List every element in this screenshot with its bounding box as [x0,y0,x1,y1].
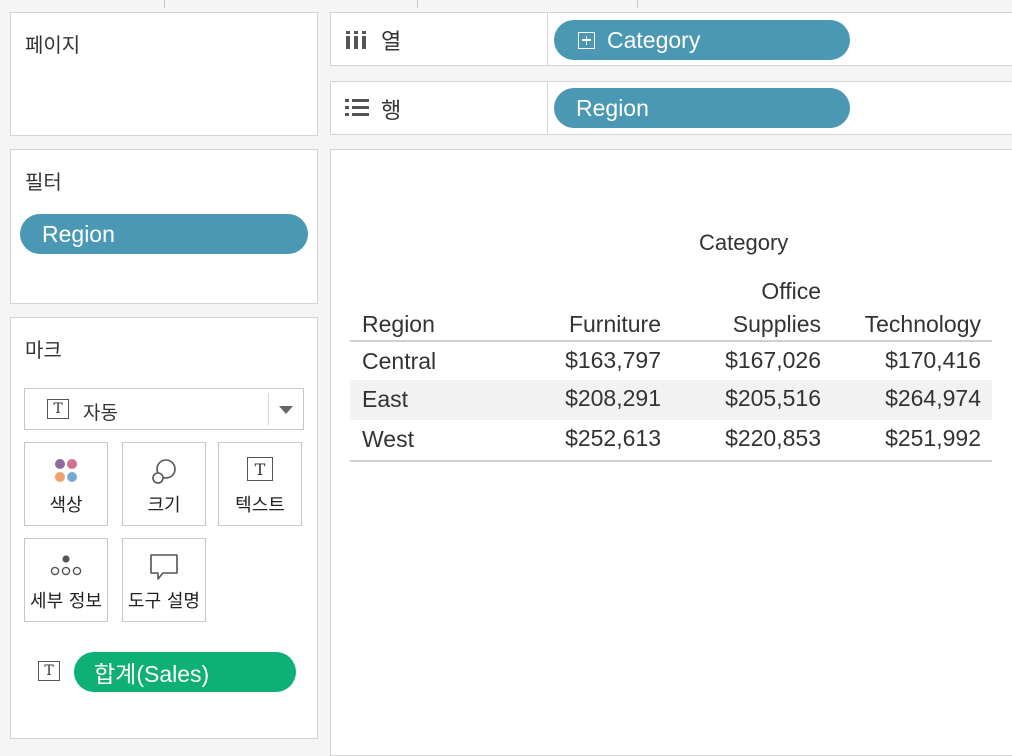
table-cell: $167,026 [725,347,821,373]
tooltip-button[interactable]: 도구 설명 [122,538,206,622]
columns-shelf[interactable]: 열 Category [330,12,1012,66]
region-row-pill[interactable]: Region [554,88,850,128]
sum-sales-label: 합계(Sales) [94,661,210,687]
mark-type-value: 자동 [83,402,118,424]
table-cell: $170,416 [885,347,981,373]
text-button[interactable]: T 텍스트 [218,442,302,526]
table-cell: $264,974 [885,385,981,411]
column-header-furniture[interactable]: Furniture [521,308,661,341]
text-label: 텍스트 [235,495,285,516]
row-header-east[interactable]: East [362,386,408,413]
size-button[interactable]: 크기 [122,442,206,526]
table-cell: $163,797 [565,347,661,373]
table-cell: $205,516 [725,385,821,411]
row-header-central[interactable]: Central [362,348,436,375]
color-button[interactable]: 색상 [24,442,108,526]
tooltip-label: 도구 설명 [128,591,200,612]
table-row: East $208,291 $205,516 $264,974 [350,380,992,420]
category-pill-label: Category [607,26,701,53]
row-header-west[interactable]: West [362,426,414,453]
table-bottom-border [350,460,992,462]
tooltip-icon [123,553,205,583]
text-mark-icon: T [47,399,69,419]
top-strip [0,0,1012,8]
rows-shelf[interactable]: 행 Region [330,81,1012,135]
size-icon [123,457,205,487]
text-encoding-icon: T [38,661,60,681]
filters-title: 필터 [25,170,62,194]
row-header-title: Region [362,311,435,337]
color-icon [25,457,107,487]
text-icon: T [219,457,301,487]
pages-card[interactable]: 페이지 [10,12,318,136]
dropdown-separator [268,393,269,425]
columns-shelf-text: 열 [381,30,402,55]
pages-title: 페이지 [25,33,81,57]
table-row: Central $163,797 $167,026 $170,416 [350,342,992,382]
marks-title: 마크 [25,338,62,362]
table-cell: $252,613 [565,425,661,451]
chevron-down-icon[interactable] [279,406,293,414]
detail-label: 세부 정보 [30,591,102,612]
office-supplies-line1: Office [761,278,821,304]
columns-shelf-label: 열 [331,13,548,65]
filters-card[interactable]: 필터 Region [10,149,318,304]
mark-type-dropdown[interactable]: T 자동 [24,388,304,430]
expand-icon[interactable] [578,31,595,49]
color-label: 색상 [49,495,83,516]
column-header-title: Category [699,230,789,255]
category-pill[interactable]: Category [554,20,850,60]
column-header-technology[interactable]: Technology [791,308,981,341]
table-cell: $220,853 [725,425,821,451]
rows-shelf-label: 행 [331,82,548,134]
region-row-pill-label: Region [576,94,649,121]
size-label: 크기 [147,495,181,516]
region-filter-pill[interactable]: Region [20,214,308,254]
sum-sales-pill[interactable]: 합계(Sales) [74,652,296,692]
table-row: West $252,613 $220,853 $251,992 [350,420,992,460]
region-filter-pill-label: Region [42,220,115,247]
columns-icon [345,28,367,54]
viz-area: Category Region Furniture Office Supplie… [330,149,1012,756]
rows-icon [345,97,369,121]
table-cell: $208,291 [565,385,661,411]
detail-icon [25,553,107,583]
rows-shelf-text: 행 [381,99,402,124]
detail-button[interactable]: 세부 정보 [24,538,108,622]
table-cell: $251,992 [885,425,981,451]
